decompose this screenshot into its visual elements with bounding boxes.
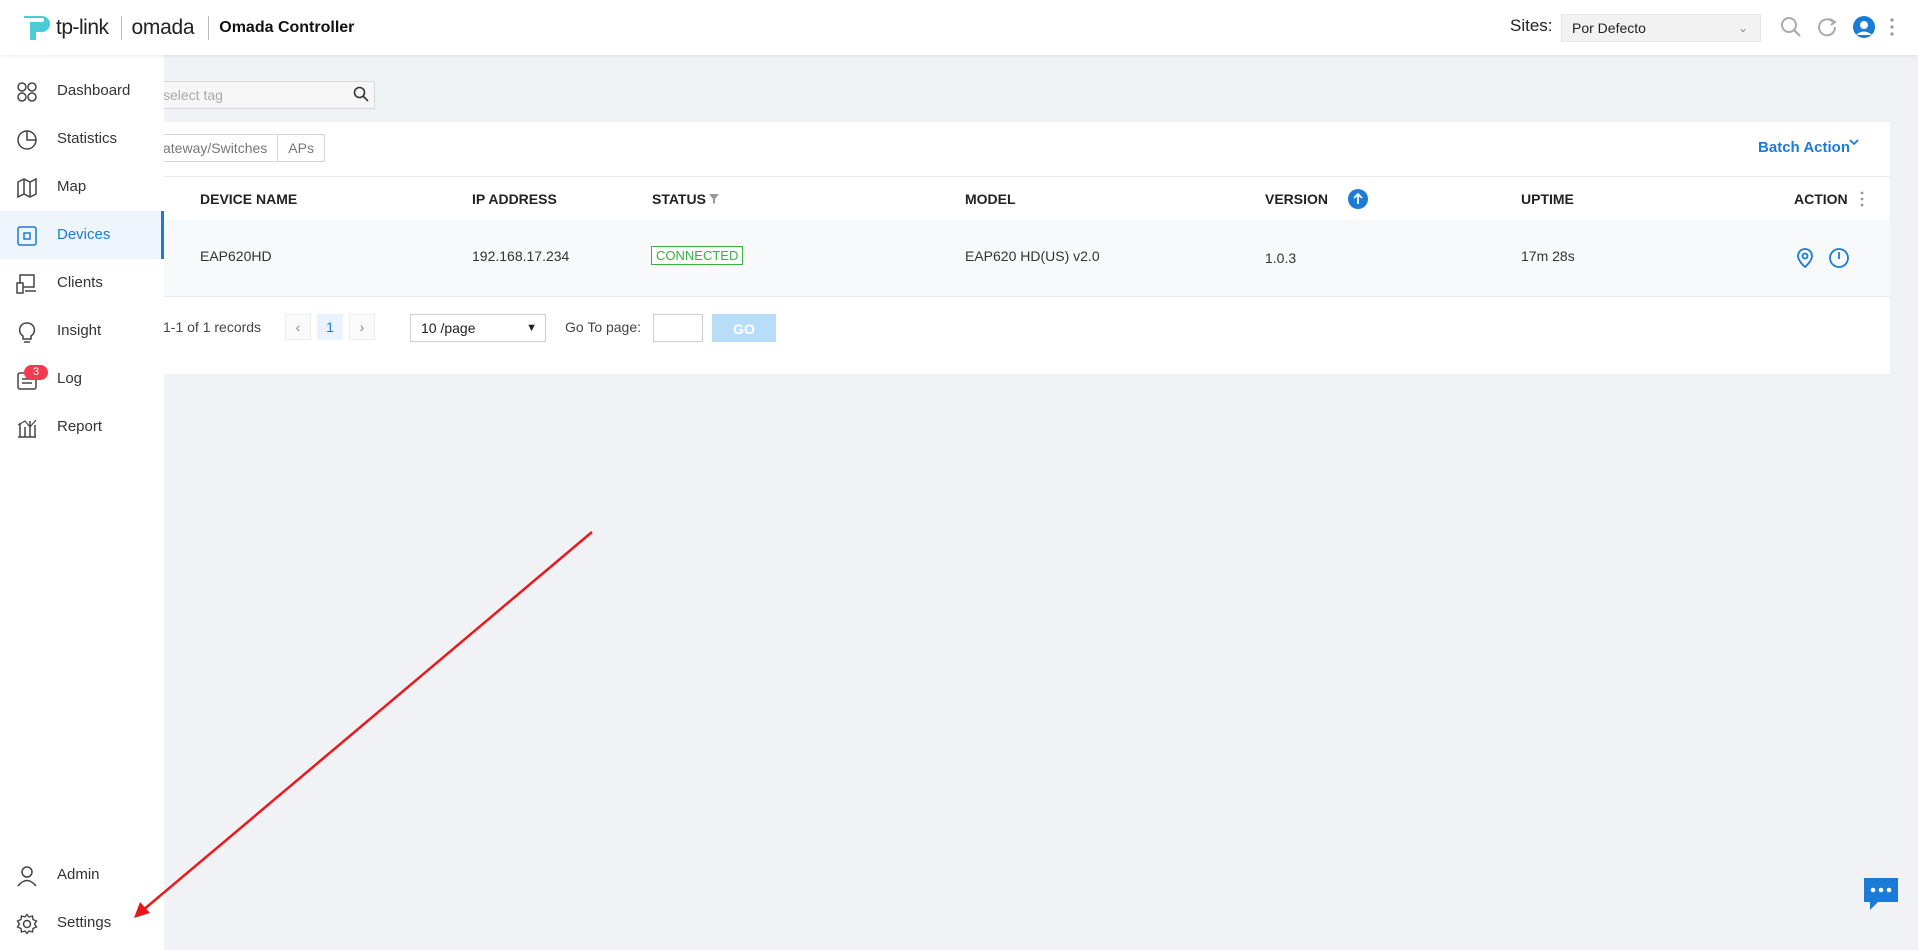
title-divider (208, 16, 210, 40)
sidebar-item-report[interactable]: Report (0, 403, 164, 451)
tag-search-placeholder: select tag (163, 87, 223, 103)
sidebar-item-log[interactable]: 3 Log (0, 355, 164, 403)
device-version: 1.0.3 (1265, 250, 1297, 266)
chat-icon[interactable] (1862, 876, 1900, 912)
go-button[interactable]: GO (712, 314, 776, 342)
brand-omada: omada (131, 16, 195, 39)
sidebar-item-label: Log (57, 370, 83, 387)
logo[interactable]: tp-link omada Omada Controller (18, 12, 354, 44)
tag-search-input[interactable]: select tag (160, 81, 375, 109)
sidebar-item-settings[interactable]: Settings (0, 899, 164, 947)
per-page-select[interactable]: 10 /page ▼ (410, 314, 546, 342)
sidebar-item-statistics[interactable]: Statistics (0, 115, 164, 163)
goto-label: Go To page: (565, 319, 642, 335)
column-ip-address[interactable]: IP ADDRESS (472, 191, 557, 207)
sidebar-item-devices[interactable]: Devices (0, 211, 164, 259)
device-uptime: 17m 28s (1521, 248, 1575, 264)
sidebar-item-label: Devices (57, 226, 111, 243)
sidebar-item-admin[interactable]: Admin (0, 851, 164, 899)
page-1-button[interactable]: 1 (317, 314, 343, 340)
sidebar-item-clients[interactable]: Clients (0, 259, 164, 307)
pie-chart-icon (17, 130, 37, 150)
device-model: EAP620 HD(US) v2.0 (965, 248, 1100, 264)
prev-page-button[interactable]: ‹ (285, 314, 311, 340)
records-count: 1-1 of 1 records (163, 319, 262, 335)
logo-divider (120, 16, 122, 40)
device-icon (17, 226, 37, 246)
table-header: DEVICE NAME IP ADDRESS STATUS MODEL VERS… (160, 176, 1890, 222)
batch-action-button[interactable]: Batch Action (1758, 139, 1850, 156)
filter-icon[interactable] (708, 193, 720, 205)
locate-icon[interactable] (1795, 247, 1815, 269)
goto-page-input[interactable] (653, 314, 703, 342)
sidebar-item-label: Settings (57, 914, 112, 931)
chevron-down-icon: ▼ (526, 322, 537, 334)
search-icon[interactable] (353, 86, 369, 102)
chevron-down-icon: ⌄ (1737, 21, 1748, 35)
tplink-logo-icon (24, 16, 50, 40)
column-status[interactable]: STATUS (652, 191, 706, 207)
sites-label: Sites: (1510, 16, 1553, 35)
filter-aps[interactable]: APs (278, 134, 325, 162)
site-select-value: Por Defecto (1572, 20, 1646, 36)
filter-gateway-switches[interactable]: ateway/Switches (160, 134, 279, 162)
gear-icon (16, 913, 38, 935)
chevron-down-icon[interactable] (1848, 136, 1860, 148)
map-icon (17, 177, 37, 199)
pagination: 1-1 of 1 records ‹ 1 › 10 /page ▼ Go To … (160, 312, 960, 342)
sidebar-item-insight[interactable]: Insight (0, 307, 164, 355)
sidebar-item-label: Report (57, 418, 103, 435)
devices-panel: ateway/Switches APs Batch Action DEVICE … (160, 122, 1890, 374)
reboot-icon[interactable] (1828, 247, 1850, 269)
device-name[interactable]: EAP620HD (200, 248, 272, 264)
user-icon (17, 866, 37, 887)
column-device-name[interactable]: DEVICE NAME (200, 191, 297, 207)
table-row[interactable]: EAP620HD 192.168.17.234 CONNECTED EAP620… (160, 220, 1890, 297)
device-type-filter: ateway/Switches APs (160, 134, 325, 162)
sidebar-item-label: Clients (57, 274, 103, 291)
device-ip: 192.168.17.234 (472, 248, 570, 264)
refresh-icon[interactable] (1816, 16, 1838, 38)
sidebar-item-dashboard[interactable]: Dashboard (0, 67, 164, 115)
sidebar-item-label: Dashboard (57, 82, 131, 99)
site-select[interactable]: Por Defecto ⌄ (1561, 14, 1761, 42)
brand-tplink: tp-link (56, 16, 109, 39)
clients-icon (16, 274, 36, 294)
more-vertical-icon[interactable] (1888, 16, 1896, 38)
next-page-button[interactable]: › (349, 314, 375, 340)
active-indicator (161, 211, 164, 259)
sidebar-item-label: Statistics (57, 130, 118, 147)
report-icon (17, 419, 37, 438)
column-settings-icon[interactable] (1859, 191, 1865, 207)
column-action: ACTION (1794, 191, 1848, 207)
sidebar: Dashboard Statistics Map Devices Clients (0, 55, 164, 950)
column-model[interactable]: MODEL (965, 191, 1016, 207)
top-bar: tp-link omada Omada Controller Sites: Po… (0, 0, 1918, 55)
sidebar-item-label: Map (57, 178, 87, 195)
lightbulb-icon (18, 322, 36, 343)
status-badge: CONNECTED (651, 246, 744, 265)
search-icon[interactable] (1780, 16, 1802, 38)
dashboard-icon (17, 82, 37, 102)
sidebar-item-label: Insight (57, 322, 102, 339)
column-version[interactable]: VERSION (1265, 191, 1328, 207)
avatar[interactable] (1853, 16, 1875, 38)
log-badge: 3 (24, 365, 49, 380)
column-uptime[interactable]: UPTIME (1521, 191, 1574, 207)
sidebar-item-label: Admin (57, 866, 100, 883)
per-page-value: 10 /page (421, 320, 476, 336)
upgrade-icon[interactable] (1348, 189, 1368, 209)
sidebar-item-map[interactable]: Map (0, 163, 164, 211)
app-title: Omada Controller (219, 19, 355, 36)
